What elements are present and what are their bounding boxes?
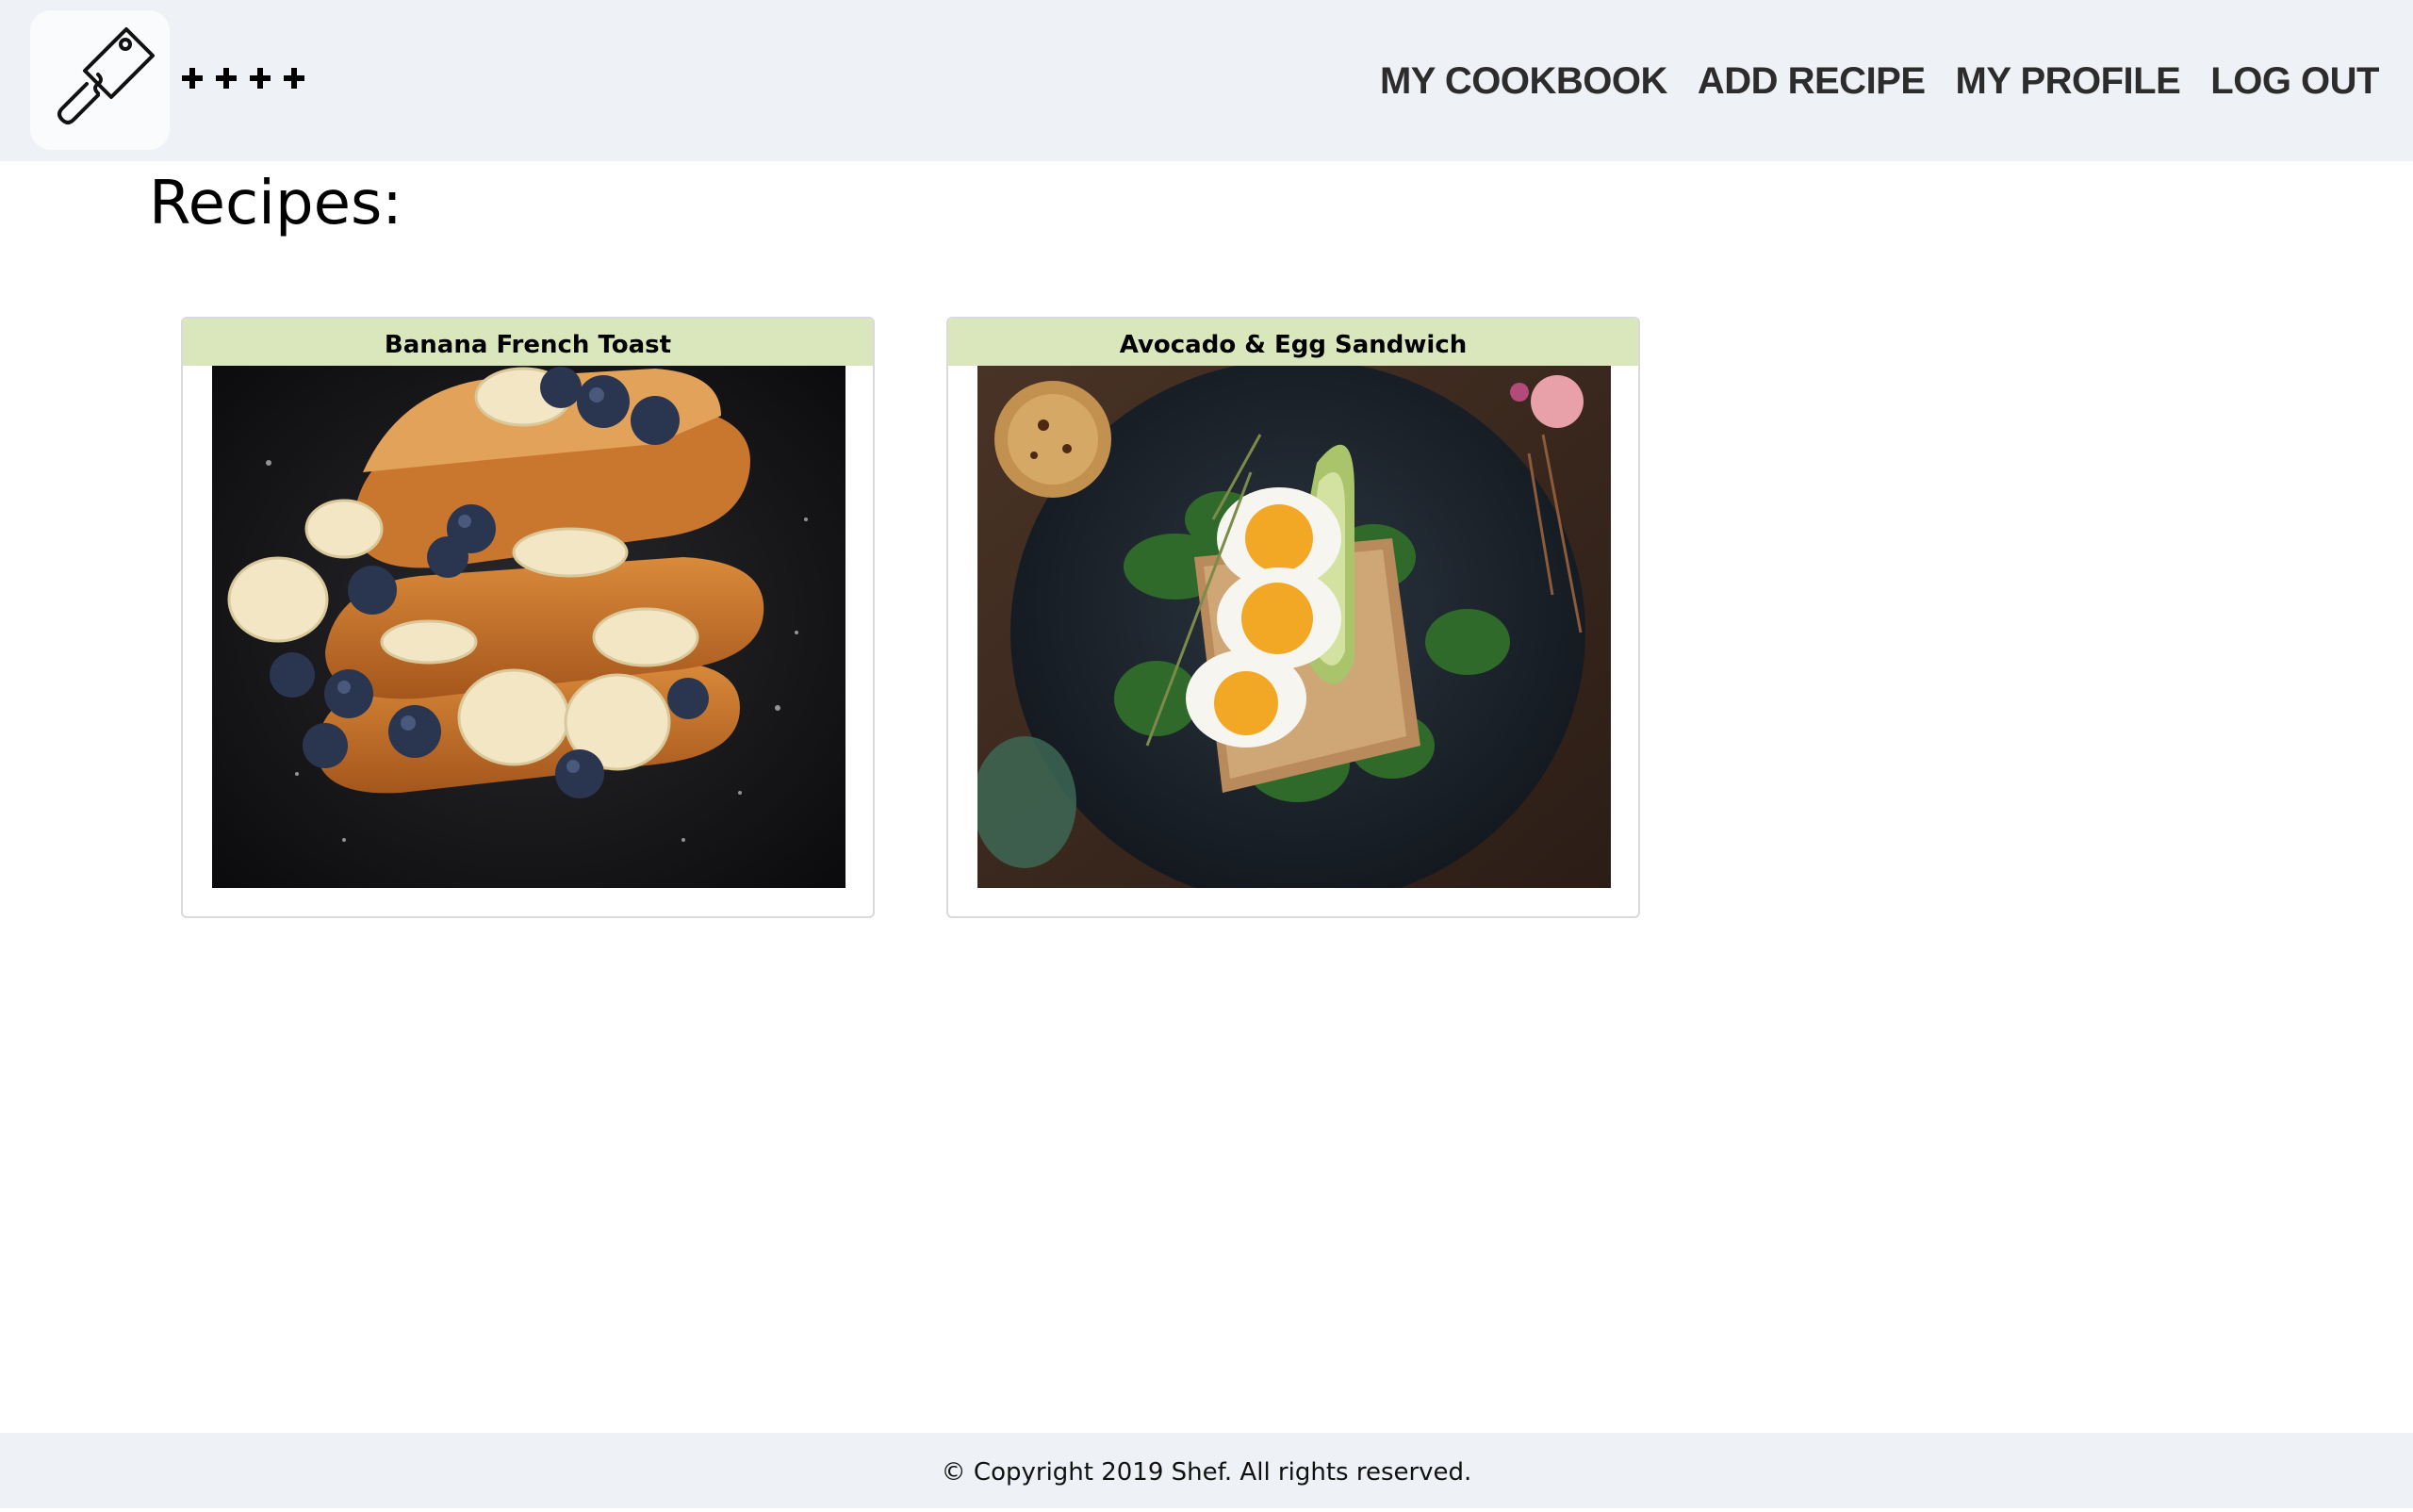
nav-log-out[interactable]: LOG OUT bbox=[2210, 60, 2379, 103]
plus-icon bbox=[281, 65, 307, 95]
recipe-card-title: Avocado & Egg Sandwich bbox=[948, 319, 1638, 366]
nav-add-recipe[interactable]: ADD RECIPE bbox=[1698, 60, 1926, 103]
cleaver-icon bbox=[57, 27, 155, 124]
recipe-image[interactable] bbox=[212, 350, 845, 888]
recipe-card-title: Banana French Toast bbox=[183, 319, 873, 366]
site-header: MY COOKBOOK ADD RECIPE MY PROFILE LOG OU… bbox=[0, 0, 2413, 161]
plus-icon bbox=[247, 65, 273, 95]
avocado-egg-sandwich-photo bbox=[977, 350, 1611, 888]
main-nav: MY COOKBOOK ADD RECIPE MY PROFILE LOG OU… bbox=[1380, 60, 2380, 103]
recipe-card[interactable]: Banana French Toast bbox=[181, 317, 875, 918]
site-footer: © Copyright 2019 Shef. All rights reserv… bbox=[0, 1433, 2413, 1508]
recipe-card[interactable]: Avocado & Egg Sandwich bbox=[946, 317, 1640, 918]
plus-icon bbox=[213, 65, 239, 95]
nav-my-profile[interactable]: MY PROFILE bbox=[1956, 60, 2181, 103]
french-toast-photo bbox=[212, 350, 845, 888]
nav-my-cookbook[interactable]: MY COOKBOOK bbox=[1380, 60, 1667, 103]
plus-icon bbox=[179, 65, 205, 95]
logo-decoration bbox=[179, 58, 307, 102]
recipe-image[interactable] bbox=[977, 350, 1611, 888]
copyright-text: © Copyright 2019 Shef. All rights reserv… bbox=[941, 1458, 1472, 1487]
page-title: Recipes: bbox=[149, 169, 402, 238]
logo[interactable] bbox=[30, 10, 170, 150]
